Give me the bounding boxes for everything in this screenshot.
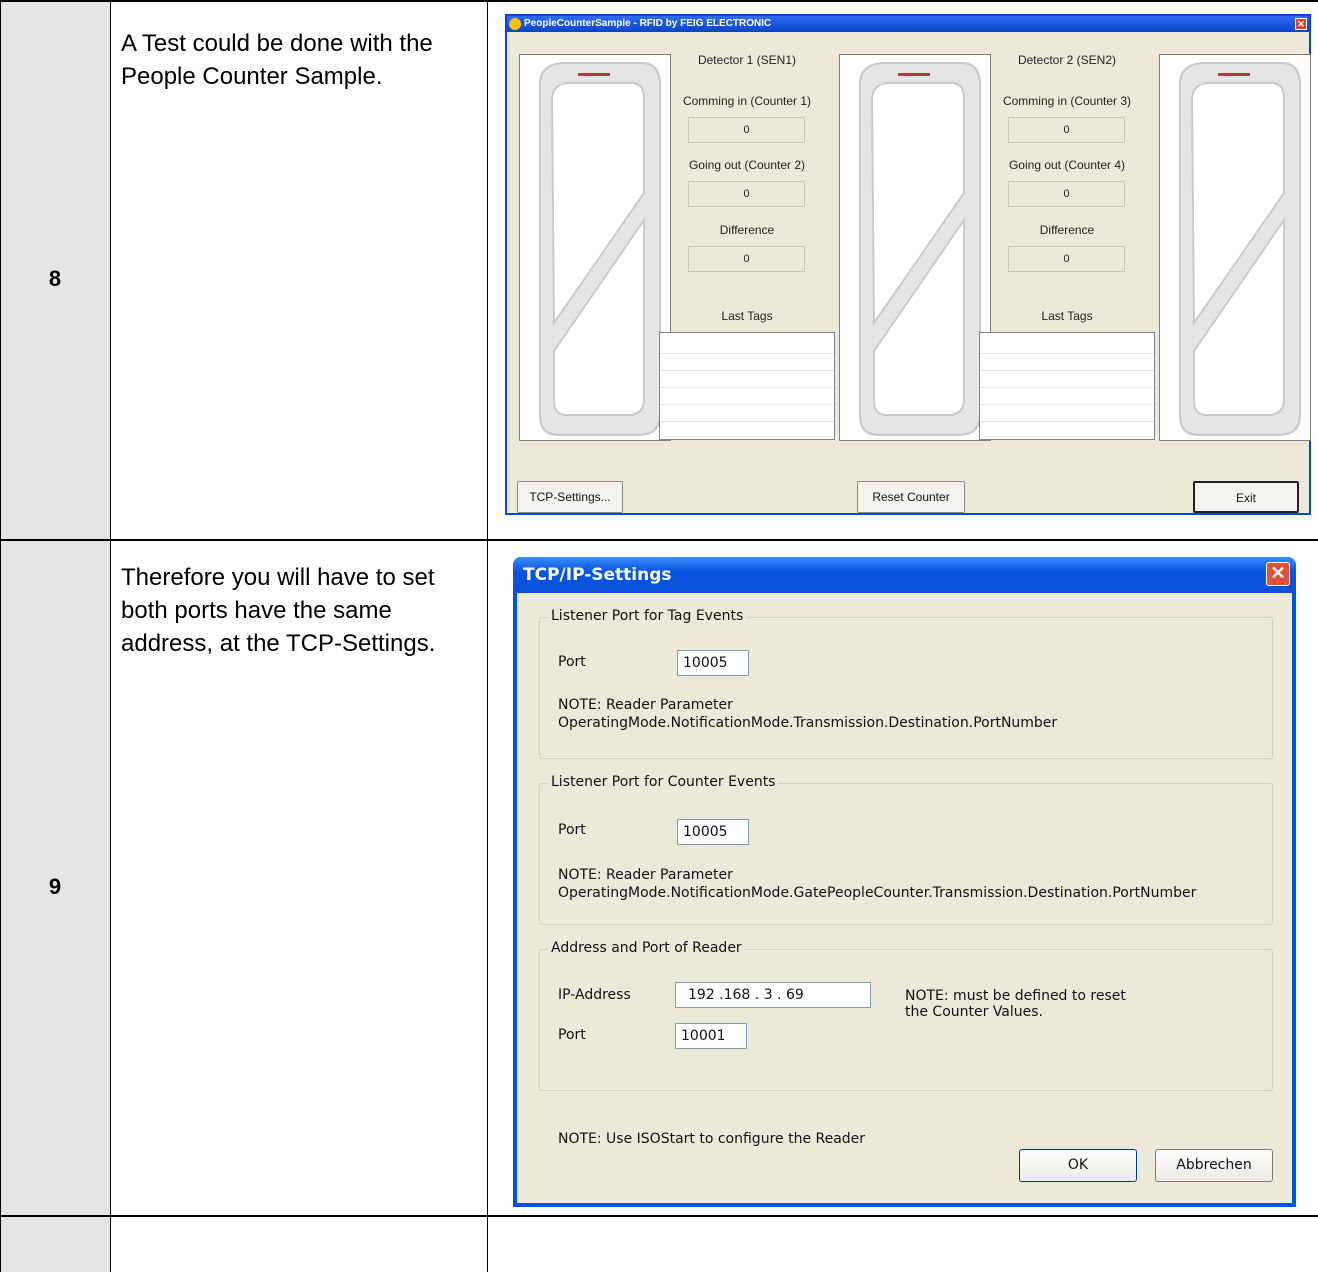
step-description-8: A Test could be done with the People Cou… bbox=[121, 30, 433, 91]
reset-counter-button[interactable]: Reset Counter bbox=[857, 481, 965, 513]
list-row-divider bbox=[980, 353, 1154, 354]
column-divider bbox=[110, 0, 111, 1272]
tcp-settings-button[interactable]: TCP-Settings... bbox=[517, 481, 623, 513]
cancel-button[interactable]: Abbrechen bbox=[1155, 1149, 1273, 1182]
list-row-divider bbox=[980, 370, 1154, 371]
detector-2-in-label: Comming in (Counter 3) bbox=[1002, 94, 1132, 108]
step-description-9: Therefore you will have to set both port… bbox=[121, 564, 436, 658]
ip-address-label: IP-Address bbox=[558, 987, 631, 1003]
detector-2-title: Detector 2 (SEN2) bbox=[1017, 53, 1117, 67]
tag-events-port-input[interactable]: 10005 bbox=[677, 650, 749, 676]
detector-1-diff-value: 0 bbox=[688, 246, 805, 272]
counter-events-port-label: Port bbox=[558, 822, 586, 838]
step-number-8: 8 bbox=[48, 266, 62, 291]
table-top-border bbox=[0, 0, 1318, 2]
people-counter-window: PeopleCounterSample - RFID by FEIG ELECT… bbox=[505, 14, 1311, 515]
tcp-ip-settings-dialog: TCP/IP-Settings ✕ Listener Port for Tag … bbox=[513, 557, 1296, 1207]
dialog-client-area: Listener Port for Tag Events Port 10005 … bbox=[517, 593, 1292, 1203]
dialog-title: TCP/IP-Settings bbox=[523, 565, 672, 585]
tag-events-port-label: Port bbox=[558, 654, 586, 670]
reader-port-label: Port bbox=[558, 1027, 586, 1043]
list-row-divider bbox=[980, 404, 1154, 405]
group-legend: Address and Port of Reader bbox=[548, 940, 745, 956]
list-row-divider bbox=[980, 421, 1154, 422]
detector-2-diff-label: Difference bbox=[1039, 223, 1095, 237]
ip-note-line-2: the Counter Values. bbox=[905, 1004, 1044, 1020]
detector-1-last-tags-list[interactable] bbox=[659, 332, 835, 440]
dialog-titlebar: TCP/IP-Settings ✕ bbox=[513, 557, 1296, 593]
tag-events-note-line-1: NOTE: Reader Parameter bbox=[558, 697, 733, 713]
detector-1-out-label: Going out (Counter 2) bbox=[688, 158, 806, 172]
detector-1-last-tags-label: Last Tags bbox=[721, 309, 773, 323]
step-number-9: 9 bbox=[48, 874, 62, 899]
detector-2-diff-value: 0 bbox=[1008, 246, 1125, 272]
list-row-divider bbox=[660, 370, 834, 371]
ok-button[interactable]: OK bbox=[1019, 1149, 1137, 1182]
list-row-divider bbox=[980, 387, 1154, 388]
tag-events-note-line-2: OperatingMode.NotificationMode.Transmiss… bbox=[558, 715, 1058, 731]
column-divider bbox=[0, 0, 1, 1272]
gate-icon bbox=[539, 62, 661, 436]
detector-1-in-label: Comming in (Counter 1) bbox=[682, 94, 812, 108]
gate-icon bbox=[1179, 62, 1301, 436]
detector-2-last-tags-list[interactable] bbox=[979, 332, 1155, 440]
close-icon[interactable]: ✕ bbox=[1295, 18, 1307, 30]
row-divider bbox=[0, 539, 1318, 541]
detector-2-last-tags-label: Last Tags bbox=[1041, 309, 1093, 323]
counter-events-note-line-2: OperatingMode.NotificationMode.GatePeopl… bbox=[558, 885, 1197, 901]
detector-1-in-value: 0 bbox=[688, 117, 805, 143]
detector-2-in-value: 0 bbox=[1008, 117, 1125, 143]
counter-events-note-line-1: NOTE: Reader Parameter bbox=[558, 867, 733, 883]
detector-2-out-value: 0 bbox=[1008, 181, 1125, 207]
detector-1-title: Detector 1 (SEN1) bbox=[697, 53, 797, 67]
detector-1-diff-label: Difference bbox=[719, 223, 775, 237]
group-legend: Listener Port for Counter Events bbox=[548, 774, 779, 790]
list-row-divider bbox=[660, 387, 834, 388]
reader-port-input[interactable]: 10001 bbox=[675, 1023, 747, 1049]
reader-address-group: Address and Port of Reader bbox=[539, 940, 1273, 1091]
footer-note: NOTE: Use ISOStart to configure the Read… bbox=[558, 1131, 866, 1147]
counter-events-port-input[interactable]: 10005 bbox=[677, 819, 749, 845]
gate-image-center bbox=[839, 54, 991, 441]
row-divider bbox=[0, 1215, 1318, 1217]
counter-events-group: Listener Port for Counter Events bbox=[539, 774, 1273, 925]
window-title: PeopleCounterSample - RFID by FEIG ELECT… bbox=[524, 18, 772, 29]
list-row-divider bbox=[660, 353, 834, 354]
close-icon[interactable]: ✕ bbox=[1266, 562, 1290, 586]
people-counter-titlebar: PeopleCounterSample - RFID by FEIG ELECT… bbox=[507, 16, 1309, 32]
detector-2-out-label: Going out (Counter 4) bbox=[1008, 158, 1126, 172]
list-row-divider bbox=[660, 421, 834, 422]
tag-events-group: Listener Port for Tag Events bbox=[539, 608, 1273, 759]
detector-1-out-value: 0 bbox=[688, 181, 805, 207]
app-logo-icon bbox=[509, 18, 521, 30]
step-column-row-10 bbox=[0, 1217, 110, 1272]
ip-address-input[interactable]: 192 .168 . 3 . 69 bbox=[675, 982, 871, 1008]
ip-note-line-1: NOTE: must be defined to reset bbox=[905, 988, 1126, 1004]
column-divider bbox=[487, 0, 488, 1272]
gate-icon bbox=[859, 62, 981, 436]
group-legend: Listener Port for Tag Events bbox=[548, 608, 747, 624]
exit-button[interactable]: Exit bbox=[1193, 481, 1299, 513]
gate-image-right bbox=[1159, 54, 1311, 441]
list-row-divider bbox=[660, 404, 834, 405]
gate-image-left bbox=[519, 54, 671, 441]
